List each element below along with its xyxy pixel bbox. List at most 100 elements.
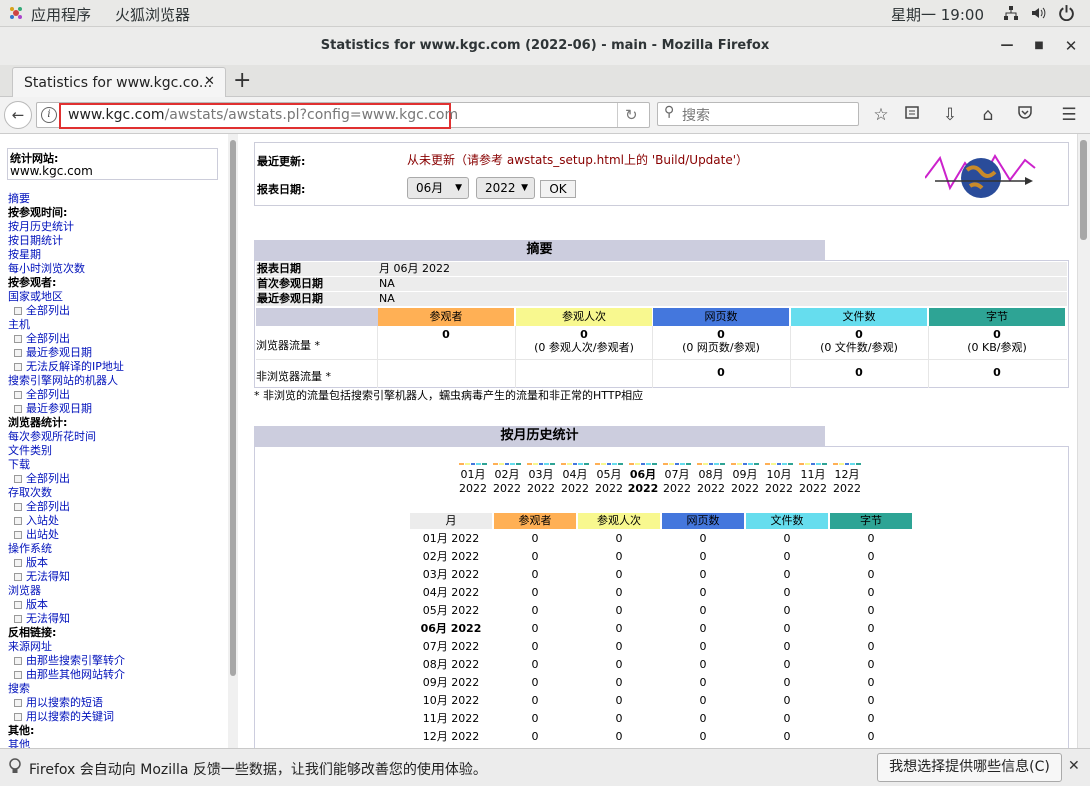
clock[interactable]: 星期一 19:00 (891, 4, 984, 25)
sidebar-scroll-thumb[interactable] (230, 140, 236, 676)
chevron-down-icon: ▼ (455, 183, 462, 193)
main-scroll-thumb[interactable] (1080, 140, 1087, 240)
sidebar-item[interactable]: 全部列出 (10, 500, 70, 514)
minimize-icon[interactable]: — (998, 37, 1016, 55)
setup-link[interactable]: awstats_setup.html (507, 153, 624, 167)
tab-close-icon[interactable]: ✕ (204, 74, 215, 89)
sidebar-item[interactable]: 存取次数 (8, 486, 52, 500)
sidebar-item[interactable]: 由那些其他网站转介 (10, 668, 125, 682)
maximize-icon[interactable]: ■ (1030, 37, 1048, 55)
new-tab-icon[interactable]: + (233, 68, 251, 93)
browser-traffic-value: 0 (993, 328, 1001, 341)
sidebar-item[interactable]: 来源网址 (8, 640, 52, 654)
home-icon[interactable]: ⌂ (977, 104, 999, 126)
sidebar-item[interactable]: 按日期统计 (8, 234, 63, 248)
sidebar-item[interactable]: 用以搜索的短语 (10, 696, 103, 710)
sidebar-item[interactable]: 搜索 (8, 682, 30, 696)
sidebar-item[interactable]: 按月历史统计 (8, 220, 74, 234)
search-input[interactable]: ⚲ 搜索 (657, 102, 859, 126)
month-select[interactable]: 06月 ▼ (407, 177, 469, 199)
month-label: 12月 2022 (830, 468, 864, 496)
choose-data-button[interactable]: 我想选择提供哪些信息(C) (877, 753, 1062, 782)
url-bar[interactable]: i www.kgc.com/awstats/awstats.pl?config=… (36, 102, 650, 129)
apps-menu[interactable]: 应用程序 (31, 4, 91, 25)
chevron-down-icon: ▼ (521, 183, 528, 193)
close-icon[interactable]: ✕ (1062, 37, 1080, 55)
sidebar-item-label: 搜索 (8, 682, 30, 695)
sidebar-item-label: 按日期统计 (8, 234, 63, 247)
site-info-icon[interactable]: i (41, 107, 57, 123)
month-bar (731, 463, 736, 465)
lightbulb-icon (8, 758, 22, 780)
list-bullet-icon (14, 657, 22, 665)
power-icon[interactable] (1058, 4, 1075, 25)
sidebar-item[interactable]: 搜索引擎网站的机器人 (8, 374, 118, 388)
table-cell: 0 (783, 640, 791, 653)
month-bar (754, 463, 759, 465)
sidebar-item[interactable]: 每次参观所花时间 (8, 430, 96, 444)
apps-menu-icon[interactable] (8, 5, 24, 25)
navigation-bar: ← i www.kgc.com/awstats/awstats.pl?confi… (0, 97, 1090, 134)
sidebar-item[interactable]: 下载 (8, 458, 30, 472)
month-year: 2022 (799, 482, 827, 495)
volume-icon[interactable] (1030, 5, 1046, 25)
month-bar (470, 463, 476, 465)
sidebar-item[interactable]: 最近参观日期 (10, 402, 92, 416)
summary-footnote: * 非浏览的流量包括搜索引擎机器人，蠕虫病毒产生的流量和非正常的HTTP相应 (254, 389, 644, 402)
table-cell: 0 (531, 730, 539, 743)
col-divider (790, 326, 791, 388)
sidebar-item[interactable]: 无法得知 (10, 570, 70, 584)
monthly-header: 参观人次 (578, 513, 660, 529)
download-icon[interactable]: ⇩ (939, 104, 961, 126)
sidebar-item[interactable]: 用以搜索的关键词 (10, 710, 114, 724)
sidebar-item[interactable]: 按星期 (8, 248, 41, 262)
back-icon[interactable]: ← (4, 101, 32, 129)
sidebar-item[interactable]: 最近参观日期 (10, 346, 92, 360)
reload-icon[interactable]: ↻ (625, 106, 638, 124)
sidebar-item[interactable]: 版本 (10, 556, 48, 570)
tab-statistics[interactable]: Statistics for www.kgc.co... ✕ (12, 67, 226, 98)
sidebar-item[interactable]: 全部列出 (10, 332, 70, 346)
sidebar-item[interactable]: 出站处 (10, 528, 59, 542)
sidebar-item[interactable]: 国家或地区 (8, 290, 63, 304)
month-bar (816, 463, 822, 465)
table-cell: 0 (615, 694, 623, 707)
sidebar-item[interactable]: 主机 (8, 318, 30, 332)
sidebar-item[interactable]: 无法得知 (10, 612, 70, 626)
year-select[interactable]: 2022 ▼ (476, 177, 535, 199)
network-icon[interactable] (1003, 5, 1019, 25)
sidebar-item[interactable]: 浏览器 (8, 584, 41, 598)
sidebar-item[interactable]: 操作系统 (8, 542, 52, 556)
summary-table: 报表日期 月 06月 2022 首次参观日期 NA 最近参观日期 NA 参观者 参观人次 网页… (254, 260, 1069, 388)
sidebar-item[interactable]: 其他 (8, 738, 30, 748)
sidebar-item[interactable]: 文件类别 (8, 444, 52, 458)
monthly-header: 参观者 (494, 513, 576, 529)
menu-hamburger-icon[interactable]: ☰ (1058, 104, 1080, 126)
sidebar-item[interactable]: 全部列出 (10, 472, 70, 486)
notification-close-icon[interactable]: ✕ (1068, 758, 1080, 774)
browser-traffic-sub: (0 网页数/参观) (682, 341, 760, 354)
month-year: 2022 (731, 482, 759, 495)
summary-info-row: 最近参观日期 NA (256, 292, 1067, 306)
sidebar-item[interactable]: 摘要 (8, 192, 30, 206)
summary-row-label: 最近参观日期 (257, 292, 323, 305)
main-frame: 最近更新: 从未更新（请参考 awstats_setup.html上的 'Bui… (239, 134, 1077, 748)
month-name: 05月 (596, 468, 622, 481)
sidebar-item[interactable]: 全部列出 (10, 388, 70, 402)
month-bar (686, 463, 691, 465)
sidebar-item[interactable]: 版本 (10, 598, 48, 612)
url-text[interactable]: www.kgc.com/awstats/awstats.pl?config=ww… (68, 107, 458, 123)
sidebar-item[interactable]: 由那些搜索引擎转介 (10, 654, 125, 668)
sidebar-item[interactable]: 入站处 (10, 514, 59, 528)
month-year: 2022 (627, 482, 659, 495)
ok-button[interactable]: OK (540, 180, 576, 198)
month-bar (714, 463, 720, 465)
summary-row-value: NA (379, 277, 395, 290)
sidebar-item[interactable]: 每小时浏览次数 (8, 262, 85, 276)
pocket-icon[interactable] (1014, 104, 1036, 126)
browser-menu[interactable]: 火狐浏览器 (115, 4, 190, 25)
sidebar-item[interactable]: 全部列出 (10, 304, 70, 318)
reading-list-icon[interactable] (901, 104, 923, 126)
sidebar-item[interactable]: 无法反解译的IP地址 (10, 360, 124, 374)
bookmark-star-icon[interactable]: ☆ (870, 104, 892, 126)
